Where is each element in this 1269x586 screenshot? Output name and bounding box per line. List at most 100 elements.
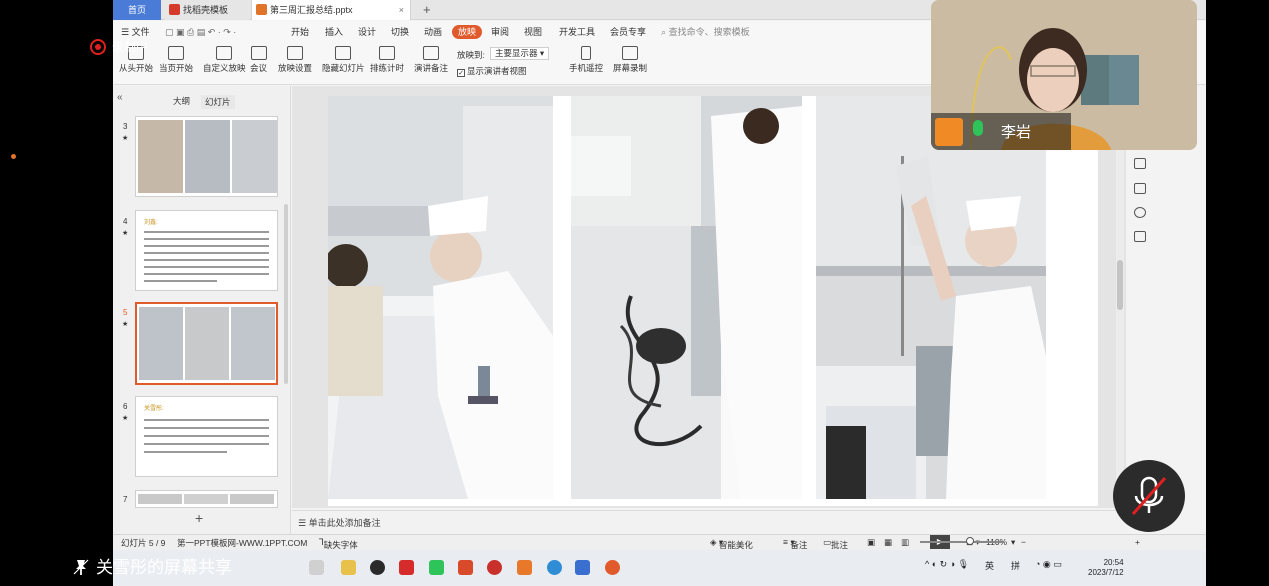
nurse-iv-photo xyxy=(816,96,1046,499)
sorter-view-icon[interactable]: ▦ xyxy=(884,537,892,548)
zoom-slider[interactable] xyxy=(920,541,1004,543)
app-icon-orange-2[interactable] xyxy=(605,560,620,575)
zoom-out-button[interactable]: − xyxy=(1021,537,1026,547)
tab-home[interactable]: 首页 xyxy=(113,0,161,20)
slide-thumbnail-6[interactable]: 关雪彤: xyxy=(135,396,278,477)
rehearse-timing-button[interactable]: 排练计时 xyxy=(370,46,404,74)
slide-number: 3 xyxy=(123,122,128,131)
app-icon-red[interactable] xyxy=(487,560,502,575)
nurse-equipment-photo xyxy=(571,96,802,499)
participant-video[interactable]: 李岩 xyxy=(931,0,1197,150)
collapse-pane-icon[interactable]: « xyxy=(117,92,123,103)
pptx-file-icon xyxy=(256,4,267,15)
tab-outline[interactable]: 大纲 xyxy=(173,95,190,107)
notes-toggle-button[interactable]: ≡ 备注 ▾ xyxy=(783,537,807,550)
image-pane-icon[interactable] xyxy=(1134,183,1146,194)
tab-docer-templates[interactable]: 找稻壳模板 xyxy=(165,0,249,20)
menu-review[interactable]: 审阅 xyxy=(491,25,509,39)
zoom-in-button[interactable]: + xyxy=(1135,537,1140,547)
thumb-photo xyxy=(185,120,230,193)
slide-photo-2[interactable] xyxy=(571,96,802,499)
input-lang-pinyin[interactable]: 拼 xyxy=(1011,559,1020,572)
show-settings-button[interactable]: 放映设置 xyxy=(278,46,312,74)
menu-animation[interactable]: 动画 xyxy=(424,25,442,39)
reading-view-icon[interactable]: ▥ xyxy=(901,537,909,548)
screen-share-window: 首页 找稻壳模板 第三周汇报总结.pptx × + ☰ 文件 ▢ ▣ ⎙ ▤ ↶… xyxy=(0,0,1269,586)
tab-slides[interactable]: 幻灯片 xyxy=(201,95,235,109)
smart-beautify-button[interactable]: ◈ 智能美化 ▾ xyxy=(710,537,753,550)
phone-remote-button[interactable]: 手机遥控 xyxy=(569,46,603,74)
quick-access-icons[interactable]: ▢ ▣ ⎙ ▤ ↶ · ↷ · xyxy=(165,25,236,39)
mute-toggle-button[interactable] xyxy=(1113,460,1185,532)
new-tab-button[interactable]: + xyxy=(423,0,439,20)
slide-photo-3[interactable] xyxy=(816,96,1046,499)
hide-slide-button[interactable]: 隐藏幻灯片 xyxy=(322,46,365,74)
checkbox-checked-icon: ✓ xyxy=(457,69,465,77)
menu-insert[interactable]: 插入 xyxy=(325,25,343,39)
command-search[interactable]: ⌕ 查找命令、搜索模板 xyxy=(661,25,750,38)
tab-label: 第三周汇报总结.pptx xyxy=(270,5,353,15)
location-icon[interactable] xyxy=(1134,207,1146,218)
meeting-button[interactable]: 会议 xyxy=(250,46,267,74)
menu-transition[interactable]: 切换 xyxy=(391,25,409,39)
from-current-button[interactable]: 当页开始 xyxy=(159,46,193,74)
screen-record-button[interactable]: 屏幕录制 xyxy=(613,46,647,74)
zoom-slider-handle[interactable] xyxy=(966,537,974,545)
projector-select[interactable]: 主要显示器 ▾ xyxy=(490,47,550,60)
canvas-scroll-thumb[interactable] xyxy=(1117,260,1123,310)
menu-slideshow[interactable]: 放映 xyxy=(452,25,483,39)
slide-number: 4 xyxy=(123,217,128,226)
thumb-photo xyxy=(231,307,275,380)
slide-thumbnail-4[interactable]: 刘鑫: xyxy=(135,210,278,291)
missing-font-button[interactable]: Ꞁ 缺失字体 xyxy=(319,537,358,550)
add-slide-button[interactable]: + xyxy=(195,510,203,526)
input-lang-english[interactable]: 英 xyxy=(985,559,994,572)
participant-name: 李岩 xyxy=(1001,124,1032,141)
slide-photo-1[interactable] xyxy=(328,96,553,499)
tab-document[interactable]: 第三周汇报总结.pptx × xyxy=(251,0,411,20)
transition-pane-icon[interactable] xyxy=(1134,158,1146,169)
speaker-notes-button[interactable]: 演讲备注 xyxy=(414,46,448,74)
presenter-view-checkbox[interactable]: ✓ 显示演讲者视图 xyxy=(457,65,527,77)
zoom-dropdown-icon[interactable]: ▾ xyxy=(1011,537,1015,548)
slide-thumbnail-3[interactable] xyxy=(135,116,278,197)
system-clock[interactable]: 20:54 2023/7/12 xyxy=(1088,558,1124,578)
search-placeholder: 查找命令、搜索模板 xyxy=(668,27,750,37)
wechat-icon[interactable] xyxy=(429,560,444,575)
slide-thumbnail-7[interactable] xyxy=(135,490,278,508)
mcafee-icon[interactable] xyxy=(399,560,414,575)
dell-icon[interactable] xyxy=(370,560,385,575)
menu-member[interactable]: 会员专享 xyxy=(610,25,646,39)
menu-developer[interactable]: 开发工具 xyxy=(559,25,595,39)
animation-star-icon: ★ xyxy=(122,135,129,142)
custom-show-icon xyxy=(216,46,233,60)
thumb-text-line xyxy=(144,435,269,437)
file-explorer-icon[interactable] xyxy=(341,560,356,575)
notes-bar[interactable]: ☰ 单击此处添加备注 xyxy=(292,510,1126,534)
app-icon-orange[interactable] xyxy=(517,560,532,575)
comments-toggle-button[interactable]: ▭ 批注 xyxy=(823,537,848,550)
menu-design[interactable]: 设计 xyxy=(358,25,376,39)
tray-icons[interactable]: ^ ◐ ↻ ◑ 🎙 xyxy=(925,559,969,570)
clock-time: 20:54 xyxy=(1103,558,1124,567)
menu-start[interactable]: 开始 xyxy=(291,25,309,39)
taskview-icon[interactable] xyxy=(309,560,324,575)
custom-show-button[interactable]: 自定义放映 xyxy=(203,46,246,74)
book-icon[interactable] xyxy=(1134,231,1146,242)
app-icon-blue[interactable] xyxy=(575,560,590,575)
network-volume-battery-icons[interactable]: ◔ ◉ ▭ xyxy=(1035,559,1062,570)
thumbnail-scrollbar[interactable] xyxy=(284,204,288,384)
meeting-icon xyxy=(250,46,267,60)
close-tab-icon[interactable]: × xyxy=(399,0,404,20)
thumb-text-line xyxy=(144,238,269,240)
thumb-text-line xyxy=(144,451,227,453)
thumb-text-line xyxy=(144,280,217,282)
wps-icon[interactable] xyxy=(458,560,473,575)
current-slide[interactable] xyxy=(328,96,1098,506)
pin-icon[interactable] xyxy=(72,558,90,576)
file-menu[interactable]: ☰ 文件 xyxy=(121,25,150,39)
slide-thumbnail-5[interactable] xyxy=(135,302,278,385)
normal-view-icon[interactable]: ▣ xyxy=(867,537,875,548)
browser-icon[interactable] xyxy=(547,560,562,575)
menu-view[interactable]: 视图 xyxy=(524,25,542,39)
